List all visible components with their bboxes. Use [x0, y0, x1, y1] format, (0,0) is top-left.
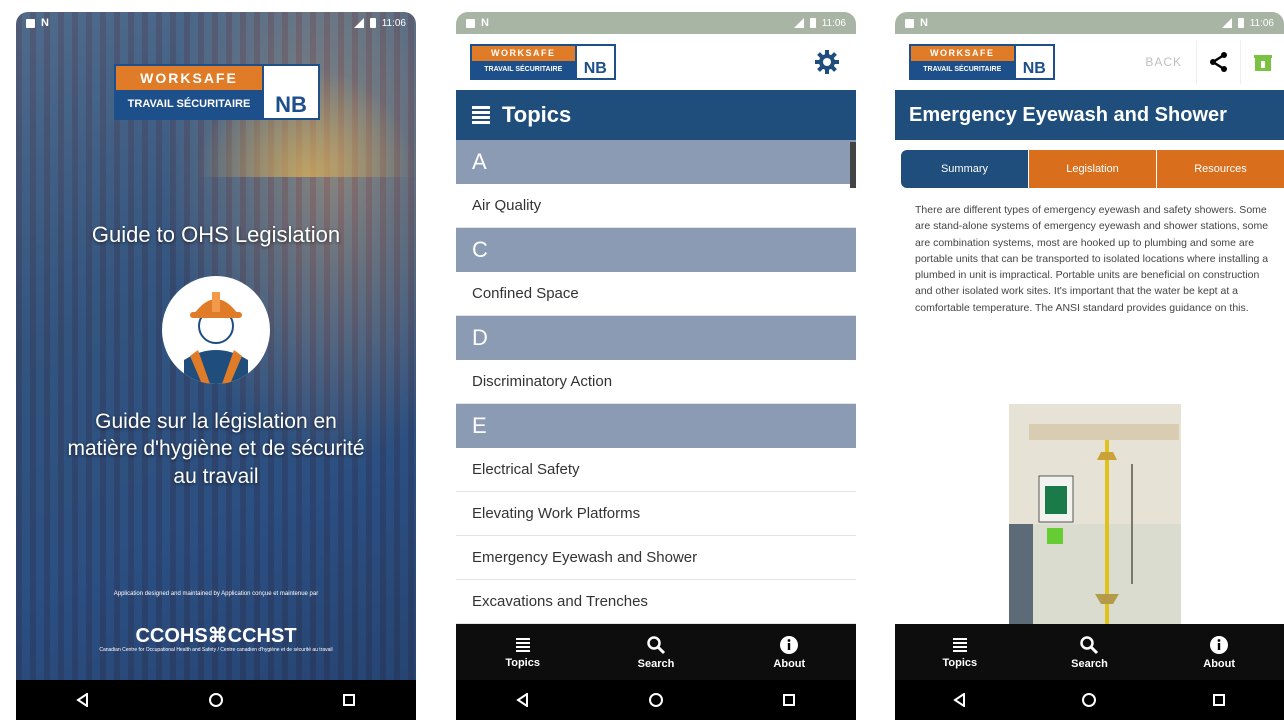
worksafe-nb-logo: WORKSAFE TRAVAIL SÉCURITAIRE NB	[909, 44, 1055, 80]
back-triangle-icon	[75, 693, 88, 707]
search-icon	[647, 635, 666, 654]
home-circle-icon	[648, 693, 663, 707]
section-header-a: A	[456, 140, 856, 184]
cart-button[interactable]	[1240, 40, 1284, 84]
topic-elevating-work-platforms[interactable]: Elevating Work Platforms	[456, 492, 856, 536]
subtab-resources[interactable]: Resources	[1156, 150, 1284, 188]
splash-screen: N 11:06 WORKSAFE TRAVAIL SÉCURITAIRE NB …	[16, 12, 416, 720]
topics-screen: N 11:06 WORKSAFE TRAVAIL SÉCURITAIRE NB	[456, 12, 856, 720]
section-header-c: C	[456, 228, 856, 272]
topics-list[interactable]: A Air Quality C Confined Space D Discrim…	[456, 140, 856, 624]
signal-icon	[793, 18, 804, 28]
android-nav-bar	[16, 680, 416, 720]
recents-nav-button[interactable]	[1199, 685, 1239, 715]
topic-discriminatory-action[interactable]: Discriminatory Action	[456, 360, 856, 404]
subtab-summary[interactable]: Summary	[901, 150, 1028, 188]
topic-air-quality[interactable]: Air Quality	[456, 184, 856, 228]
detail-title-bar: Emergency Eyewash and Shower	[895, 90, 1284, 140]
tab-about[interactable]: About	[1184, 635, 1254, 670]
detail-subtabs: Summary Legislation Resources	[901, 150, 1284, 188]
section-header-d: D	[456, 316, 856, 360]
back-nav-button[interactable]	[63, 685, 103, 715]
share-button[interactable]	[1196, 40, 1240, 84]
page-title: Emergency Eyewash and Shower	[909, 103, 1227, 126]
subtab-legislation[interactable]: Legislation	[1028, 150, 1156, 188]
list-icon	[515, 637, 530, 652]
recents-nav-button[interactable]	[769, 685, 809, 715]
app-header: WORKSAFE TRAVAIL SÉCURITAIRE NB BACK	[895, 34, 1284, 90]
settings-button[interactable]	[812, 47, 842, 77]
status-bar: N 11:06	[895, 12, 1284, 34]
info-icon	[780, 635, 799, 654]
worksafe-nb-logo: WORKSAFE TRAVAIL SÉCURITAIRE NB	[114, 64, 320, 120]
summary-text: There are different types of emergency e…	[915, 204, 1269, 314]
notification-icon	[466, 18, 475, 28]
nfc-icon: N	[481, 17, 489, 29]
topic-detail-screen: N 11:06 WORKSAFE TRAVAIL SÉCURITAIRE NB …	[895, 12, 1284, 720]
app-header: WORKSAFE TRAVAIL SÉCURITAIRE NB	[456, 34, 856, 90]
tab-topics[interactable]: Topics	[925, 636, 995, 669]
status-bar: N 11:06	[456, 12, 856, 34]
nfc-icon: N	[920, 17, 928, 29]
topic-excavations-trenches[interactable]: Excavations and Trenches	[456, 580, 856, 624]
scrollbar[interactable]	[850, 142, 856, 188]
info-icon	[1210, 635, 1229, 654]
cart-icon	[1253, 55, 1272, 71]
signal-icon	[353, 18, 364, 28]
back-nav-button[interactable]	[940, 685, 980, 715]
topic-emergency-eyewash[interactable]: Emergency Eyewash and Shower	[456, 536, 856, 580]
signal-icon	[1221, 18, 1232, 28]
topic-confined-space[interactable]: Confined Space	[456, 272, 856, 316]
bottom-tab-bar: Topics Search About	[895, 624, 1284, 680]
section-header-e: E	[456, 404, 856, 448]
topics-title-bar: Topics	[456, 90, 856, 140]
notification-icon	[26, 18, 35, 28]
bottom-tab-bar: Topics Search About	[456, 624, 856, 680]
home-circle-icon	[208, 693, 223, 707]
page-title: Topics	[502, 102, 572, 127]
notification-icon	[905, 18, 914, 28]
status-time: 11:06	[821, 17, 846, 29]
ccohs-logo: CCOHS⌘CCHST	[135, 625, 297, 647]
recents-square-icon	[1213, 694, 1226, 706]
status-time: 11:06	[1249, 17, 1274, 29]
home-circle-icon	[1082, 693, 1097, 707]
back-nav-button[interactable]	[503, 685, 543, 715]
worksafe-nb-logo: WORKSAFE TRAVAIL SÉCURITAIRE NB	[470, 44, 616, 80]
credit-text: Application designed and maintained by A…	[113, 591, 319, 597]
back-triangle-icon	[515, 693, 528, 707]
battery-icon	[809, 18, 816, 28]
tab-search[interactable]: Search	[621, 635, 691, 670]
battery-icon	[1237, 18, 1244, 28]
back-button[interactable]: BACK	[1145, 55, 1182, 69]
recents-square-icon	[783, 694, 796, 706]
home-nav-button[interactable]	[196, 685, 236, 715]
list-icon	[952, 637, 967, 652]
recents-nav-button[interactable]	[329, 685, 369, 715]
tab-about[interactable]: About	[754, 635, 824, 670]
battery-icon	[369, 18, 376, 28]
home-nav-button[interactable]	[1069, 685, 1109, 715]
list-icon	[472, 106, 490, 124]
share-icon	[1209, 52, 1227, 72]
tab-search[interactable]: Search	[1054, 635, 1124, 670]
back-triangle-icon	[953, 693, 965, 707]
worker-hardhat-icon	[162, 276, 270, 384]
eyewash-station-photo	[1009, 404, 1181, 624]
search-icon	[1080, 635, 1099, 654]
status-bar: N 11:06	[16, 12, 416, 34]
nfc-icon: N	[41, 17, 49, 29]
recents-square-icon	[343, 694, 356, 706]
status-time: 11:06	[381, 17, 406, 29]
android-nav-bar	[895, 680, 1284, 720]
ccohs-name: Canadian Centre for Occupational Health …	[99, 647, 333, 653]
android-nav-bar	[456, 680, 856, 720]
gear-icon	[815, 50, 839, 74]
home-nav-button[interactable]	[636, 685, 676, 715]
tab-topics[interactable]: Topics	[488, 636, 558, 669]
french-title: Guide sur la législation en matière d'hy…	[67, 410, 365, 488]
english-title: Guide to OHS Legislation	[91, 222, 341, 247]
topic-electrical-safety[interactable]: Electrical Safety	[456, 448, 856, 492]
